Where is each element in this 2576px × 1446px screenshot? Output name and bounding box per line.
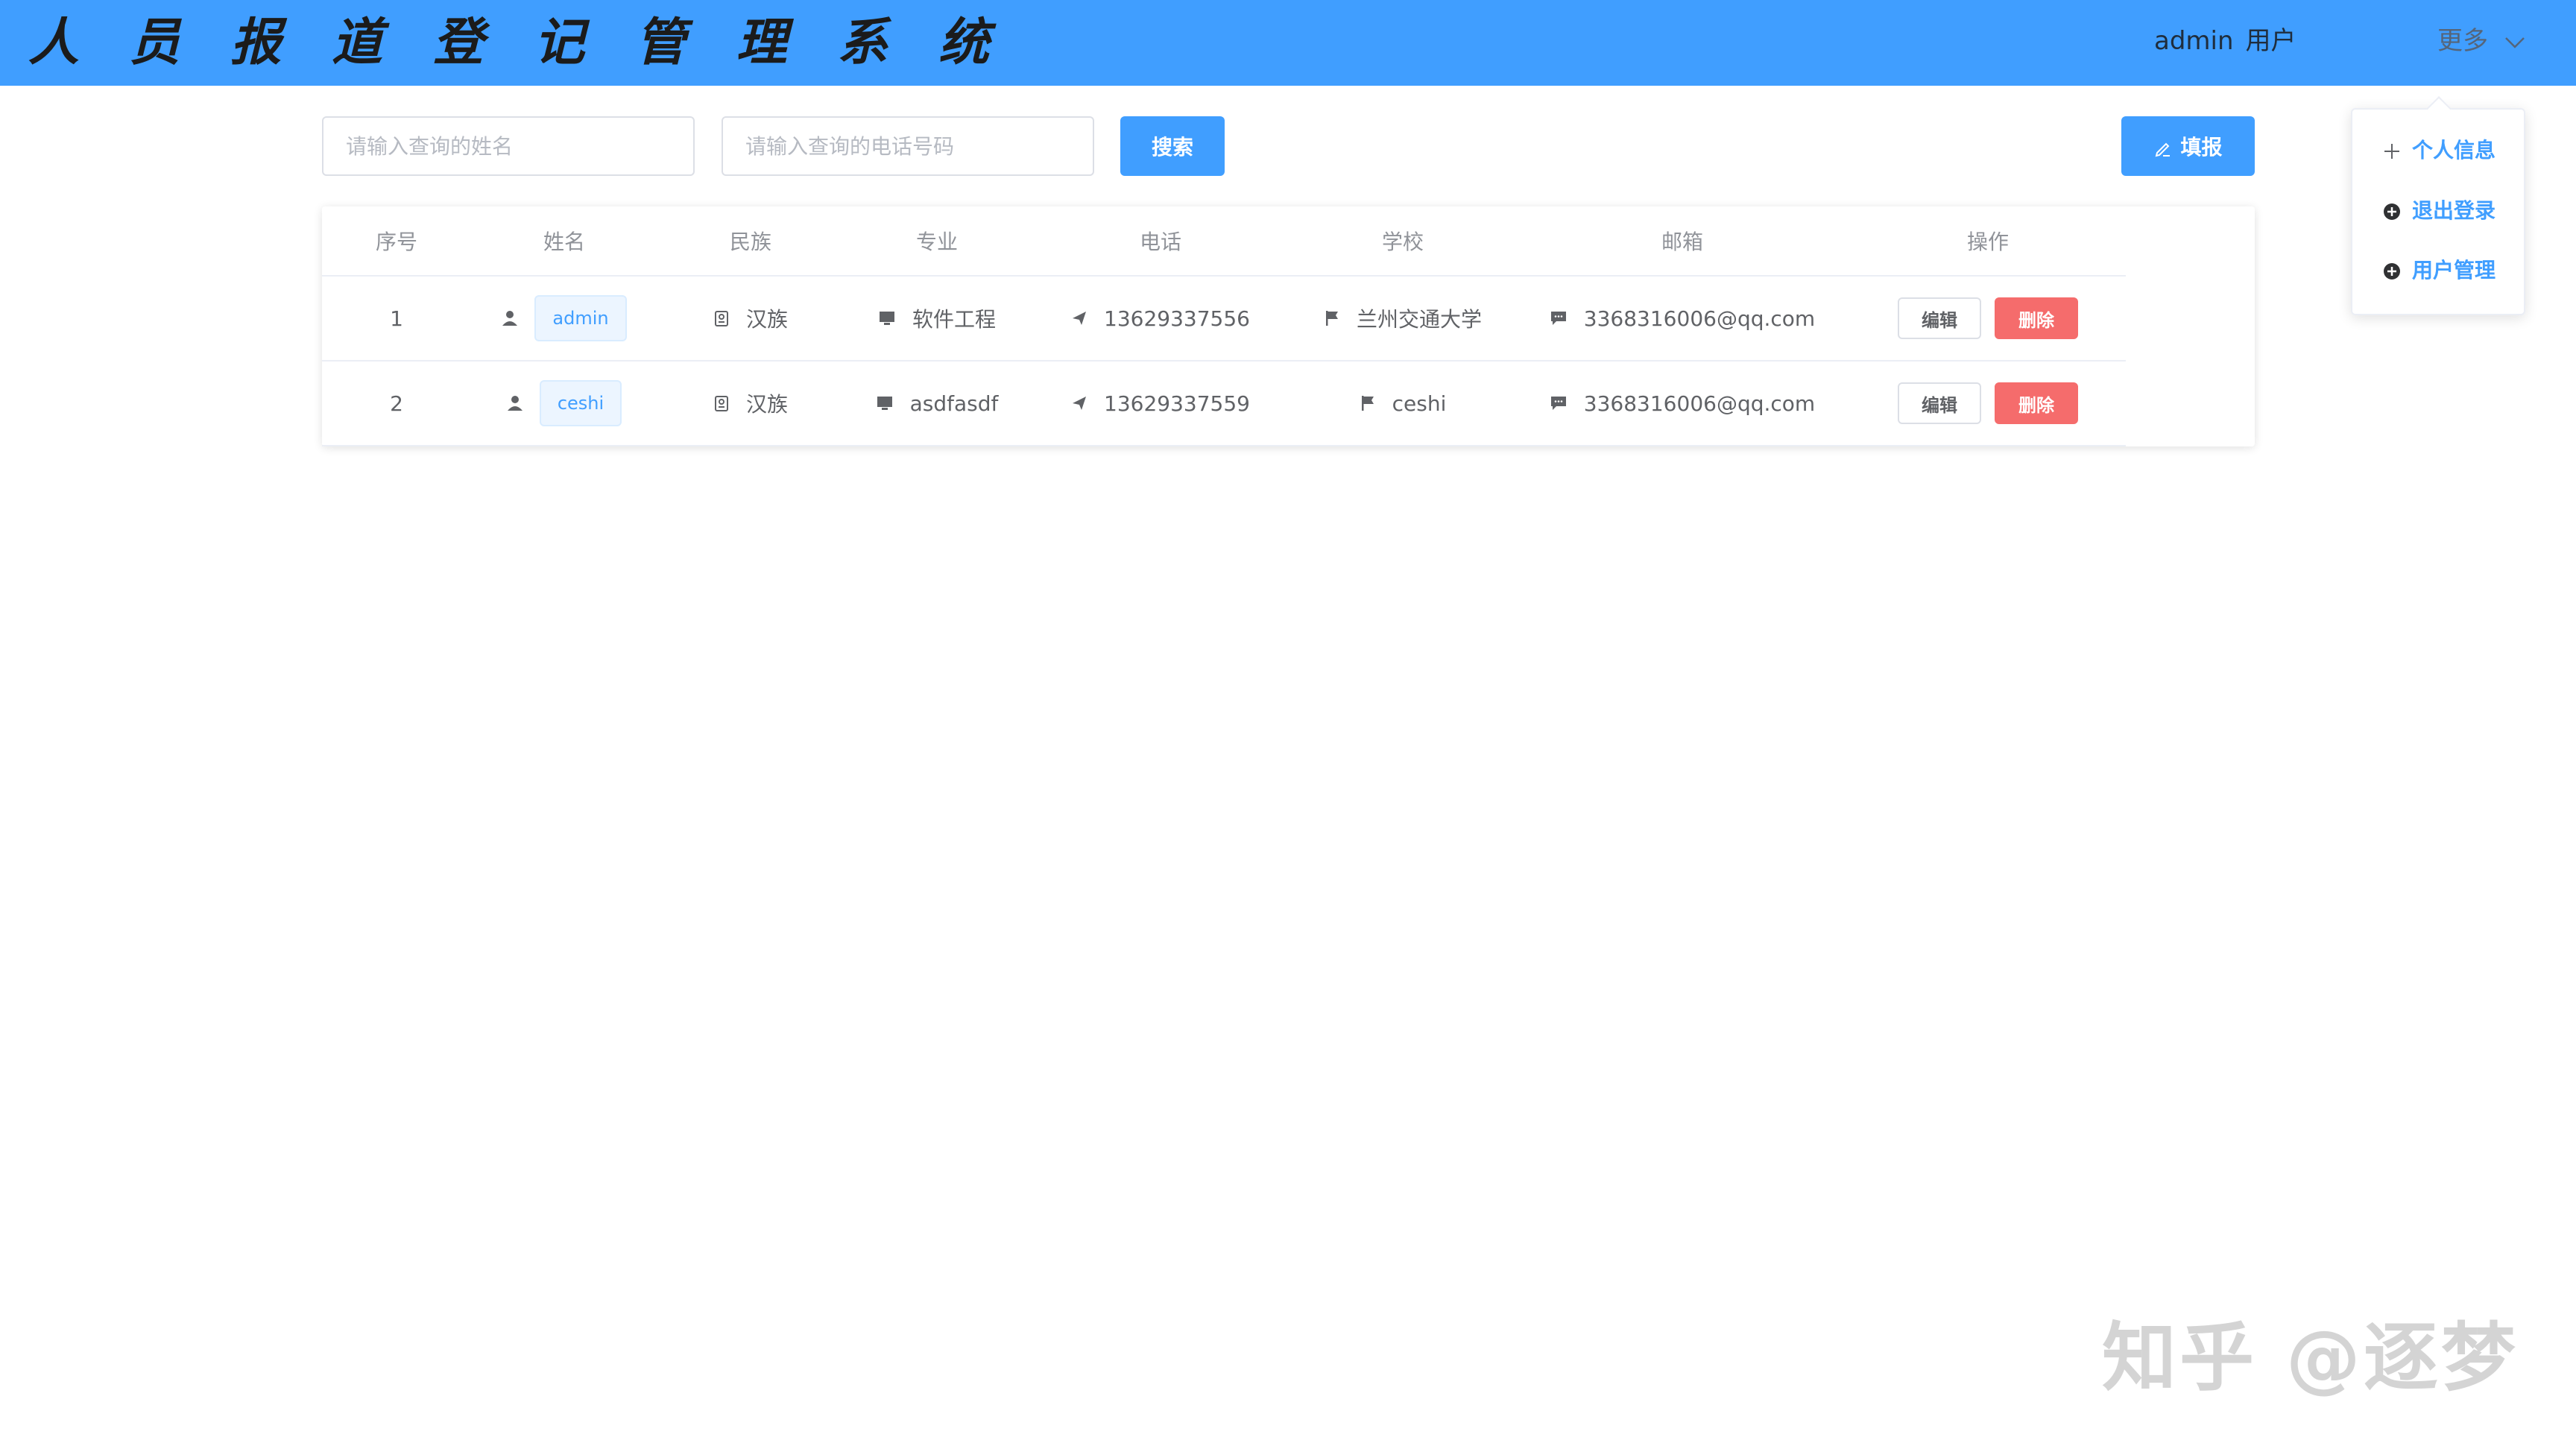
- top-header: 人 员 报 道 登 记 管 理 系 统 admin 用户 更多: [0, 0, 2576, 86]
- monitor-icon: [878, 310, 896, 326]
- school-text: 兰州交通大学: [1356, 307, 1482, 332]
- major-text: 软件工程: [912, 307, 996, 332]
- menu-item-label: 个人信息: [2412, 138, 2496, 162]
- name-tag: ceshi: [539, 380, 622, 426]
- actions-cell: 编辑 删除: [1850, 277, 2126, 360]
- user-icon: [507, 395, 523, 411]
- edit-pen-icon: [2153, 135, 2180, 160]
- table-header: 序号 姓名 民族 专业 电话 学校 邮箱 操作: [322, 206, 2126, 277]
- app-title: 人 员 报 道 登 记 管 理 系 统: [28, 13, 1006, 72]
- username: admin: [2154, 26, 2234, 56]
- search-button[interactable]: 搜索: [1120, 116, 1225, 176]
- column-header: 姓名: [543, 230, 585, 254]
- nation-cell: 汉族: [657, 362, 844, 445]
- column-header: 专业: [915, 230, 958, 254]
- column-header: 序号: [375, 230, 417, 254]
- flag-icon: [1360, 394, 1376, 412]
- phone-text: 13629337559: [1104, 391, 1250, 416]
- id-card-icon: [713, 309, 730, 327]
- id-card-icon: [713, 394, 730, 412]
- delete-button[interactable]: 删除: [1995, 382, 2078, 424]
- nation-text: 汉族: [745, 307, 788, 332]
- edit-button[interactable]: 编辑: [1898, 382, 1981, 424]
- report-button[interactable]: 填报: [2121, 116, 2255, 176]
- name-cell: admin: [471, 277, 657, 360]
- send-icon: [1071, 395, 1087, 411]
- message-icon: [1550, 310, 1568, 326]
- more-menu-toggle[interactable]: 更多: [2437, 0, 2526, 82]
- dropdown-arrow: [2426, 96, 2452, 121]
- email-text: 3368316006@qq.com: [1583, 391, 1816, 416]
- school-cell: ceshi: [1291, 362, 1515, 445]
- delete-button[interactable]: 删除: [1995, 297, 2078, 339]
- message-icon: [1550, 395, 1568, 411]
- edit-button[interactable]: 编辑: [1898, 297, 1981, 339]
- more-label: 更多: [2437, 26, 2488, 56]
- phone-cell: 13629337559: [1030, 362, 1291, 445]
- actions-cell: 编辑 删除: [1850, 362, 2126, 445]
- flag-icon: [1324, 309, 1340, 327]
- table-row: 1 admin 汉族 软件工程 13629337556 兰州交通大学 33683…: [322, 277, 2126, 362]
- column-header: 民族: [729, 230, 771, 254]
- circle-plus-icon: [2382, 198, 2412, 223]
- phone-text: 13629337556: [1104, 306, 1250, 331]
- zhihu-watermark: 知乎 @逐梦: [2102, 1314, 2519, 1401]
- school-text: ceshi: [1392, 391, 1447, 416]
- row-index: 1: [390, 306, 403, 331]
- circle-plus-icon: [2382, 258, 2412, 282]
- row-index: 2: [390, 391, 403, 416]
- more-dropdown-menu: 个人信息 退出登录 用户管理: [2351, 96, 2525, 315]
- user-info: admin 用户: [2154, 0, 2308, 82]
- column-header: 电话: [1139, 230, 1181, 254]
- phone-cell: 13629337556: [1030, 277, 1291, 360]
- email-text: 3368316006@qq.com: [1583, 306, 1816, 331]
- nation-cell: 汉族: [657, 277, 844, 360]
- name-tag: admin: [534, 295, 627, 341]
- column-header: 操作: [1966, 230, 2009, 254]
- report-label: 填报: [2180, 135, 2223, 160]
- send-icon: [1071, 310, 1087, 326]
- menu-item-profile[interactable]: 个人信息: [2382, 128, 2496, 173]
- menu-item-label: 退出登录: [2412, 198, 2496, 223]
- column-header: 学校: [1381, 230, 1424, 254]
- nation-text: 汉族: [745, 392, 788, 417]
- email-cell: 3368316006@qq.com: [1515, 362, 1850, 445]
- plus-icon: [2382, 138, 2412, 162]
- table-row: 2 ceshi 汉族 asdfasdf 13629337559 ceshi 33…: [322, 362, 2126, 446]
- phone-search-input[interactable]: [722, 116, 1094, 176]
- menu-item-user-management[interactable]: 用户管理: [2382, 248, 2496, 293]
- name-search-input[interactable]: [322, 116, 695, 176]
- menu-item-logout[interactable]: 退出登录: [2382, 189, 2496, 233]
- menu-item-label: 用户管理: [2412, 258, 2496, 282]
- column-header: 邮箱: [1661, 230, 1703, 254]
- major-text: asdfasdf: [909, 391, 999, 416]
- email-cell: 3368316006@qq.com: [1515, 277, 1850, 360]
- monitor-icon: [876, 395, 894, 411]
- person-table: 序号 姓名 民族 专业 电话 学校 邮箱 操作 1 admin 汉族 软件工程 …: [322, 206, 2255, 446]
- major-cell: 软件工程: [844, 277, 1030, 360]
- major-cell: asdfasdf: [844, 362, 1030, 445]
- school-cell: 兰州交通大学: [1291, 277, 1515, 360]
- user-icon: [502, 310, 518, 326]
- chevron-down-icon: [2496, 26, 2526, 56]
- name-cell: ceshi: [471, 362, 657, 445]
- user-role: 用户: [2245, 26, 2296, 56]
